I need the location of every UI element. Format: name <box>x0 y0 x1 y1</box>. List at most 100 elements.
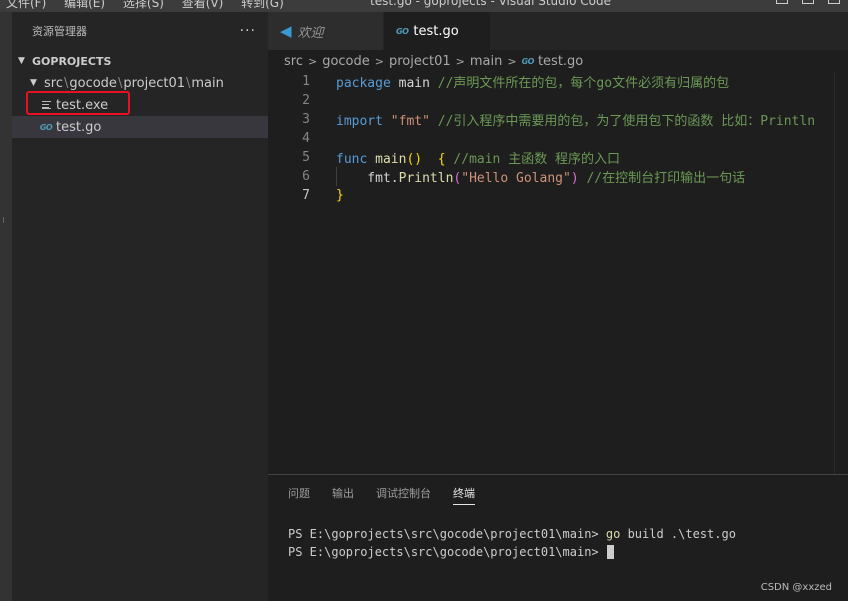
code-line[interactable]: 2 <box>268 91 848 110</box>
menu-view[interactable]: 查看(V) <box>182 0 224 10</box>
terminal-cursor <box>606 545 614 559</box>
go-file-icon: GO <box>396 26 409 36</box>
breadcrumb-test-go[interactable]: test.go <box>538 54 583 69</box>
folder-segment-src: src <box>44 75 63 91</box>
code-token: () <box>406 152 423 167</box>
path-separator: \ <box>186 75 191 91</box>
tab-debug-console[interactable]: 调试控制台 <box>376 485 431 501</box>
code-text: fmt.Println("Hello Golang") //在控制台打印输出一句… <box>310 167 745 186</box>
code-token: main <box>375 152 407 167</box>
menu-file[interactable]: 文件(F) <box>6 0 46 10</box>
bottom-panel: 问题 输出 调试控制台 终端 PS E:\goprojects\src\goco… <box>268 474 848 601</box>
code-token: "Hello Golang" <box>461 171 571 186</box>
editor-tabs: ◀ 欢迎 GO test.go <box>268 12 848 50</box>
breadcrumb-gocode[interactable]: gocode <box>322 54 370 69</box>
code-token: //引入程序中需要用的包，为了使用包下的函数 比如：Println <box>437 114 816 129</box>
workspace-section[interactable]: ▼ GOPROJECTS <box>12 50 268 72</box>
tab-output[interactable]: 输出 <box>332 485 354 501</box>
code-text: } <box>310 188 344 203</box>
code-token: func <box>336 152 368 167</box>
line-number: 5 <box>302 150 310 165</box>
code-token: Println <box>398 171 454 186</box>
line-number: 4 <box>302 131 310 146</box>
chevron-right-icon: > <box>507 54 517 68</box>
folder-segment-gocode: gocode <box>69 75 117 91</box>
line-number: 7 <box>302 188 310 203</box>
menu-bar: 文件(F) 编辑(E) 选择(S) 查看(V) 转到(G) <box>6 0 298 11</box>
terminal-prompt: PS E:\goprojects\src\gocode\project01\ma… <box>288 527 606 541</box>
code-token: //main 主函数 程序的入口 <box>453 152 621 167</box>
code-token: main <box>390 76 438 91</box>
folder-segment-project01: project01 <box>123 75 185 91</box>
line-number: 3 <box>302 112 310 127</box>
tab-welcome[interactable]: ◀ 欢迎 <box>268 12 384 50</box>
code-token: ) <box>570 171 579 186</box>
code-line[interactable]: 4 <box>268 129 848 148</box>
folder-segment-main: main <box>191 75 224 91</box>
file-lines-icon <box>38 101 54 109</box>
terminal-args: build .\test.go <box>620 527 736 541</box>
code-line[interactable]: 6 fmt.Println("Hello Golang") //在控制台打印输出… <box>268 167 848 186</box>
terminal-line: PS E:\goprojects\src\gocode\project01\ma… <box>288 543 848 561</box>
explorer-header: 资源管理器 ··· <box>12 12 268 50</box>
code-token: } <box>336 188 344 203</box>
code-token: package <box>336 76 391 91</box>
breadcrumb: src > gocode > project01 > main > GO tes… <box>268 50 848 72</box>
code-text: package main //声明文件所在的包，每个go文件必须有归属的包 <box>310 72 729 91</box>
code-token: //在控制台打印输出一句话 <box>586 171 746 186</box>
breadcrumb-src[interactable]: src <box>284 54 303 69</box>
editor-scrollbar[interactable] <box>834 72 848 474</box>
path-separator: \ <box>117 75 123 91</box>
menu-selection[interactable]: 选择(S) <box>123 0 164 10</box>
terminal-prompt: PS E:\goprojects\src\gocode\project01\ma… <box>288 545 606 559</box>
code-line[interactable]: 3 import "fmt" //引入程序中需要用的包，为了使用包下的函数 比如：… <box>268 110 848 129</box>
code-token: "fmt" <box>390 114 430 129</box>
title-bar: 文件(F) 编辑(E) 选择(S) 查看(V) 转到(G) test.go - … <box>0 0 848 12</box>
line-number: 2 <box>302 93 310 108</box>
sidebar-toggle-icon[interactable] <box>828 0 840 4</box>
folder-src-gocode-project01-main[interactable]: ▼ src \ gocode \ project01 \ main <box>12 72 268 94</box>
breadcrumb-main[interactable]: main <box>470 54 502 69</box>
tab-test-go[interactable]: GO test.go <box>384 12 491 50</box>
line-number: 6 <box>302 169 310 184</box>
terminal[interactable]: PS E:\goprojects\src\gocode\project01\ma… <box>268 511 848 561</box>
explorer-sidebar: 资源管理器 ··· ▼ GOPROJECTS ▼ src \ gocode \ … <box>12 12 268 601</box>
file-test-exe[interactable]: test.exe <box>12 94 268 116</box>
menu-edit[interactable]: 编辑(E) <box>64 0 105 10</box>
chevron-right-icon: > <box>455 54 465 68</box>
file-test-go[interactable]: GO test.go <box>12 116 268 138</box>
code-token: { <box>437 152 446 167</box>
file-name: test.go <box>56 119 102 135</box>
breadcrumb-project01[interactable]: project01 <box>389 54 451 69</box>
tab-problems[interactable]: 问题 <box>288 485 310 501</box>
panel-tabs: 问题 输出 调试控制台 终端 <box>268 475 848 511</box>
code-text: func main() { //main 主函数 程序的入口 <box>310 148 620 167</box>
code-line[interactable]: 5 func main() { //main 主函数 程序的入口 <box>268 148 848 167</box>
code-token: import <box>336 114 383 129</box>
tab-label: test.go <box>413 23 459 39</box>
activity-indicator-icon <box>3 217 9 223</box>
chevron-right-icon: > <box>374 54 384 68</box>
workspace-name: GOPROJECTS <box>32 54 112 68</box>
more-actions-icon[interactable]: ··· <box>240 23 256 39</box>
go-file-icon: GO <box>521 56 535 66</box>
code-token: fmt. <box>336 171 399 186</box>
terminal-line: PS E:\goprojects\src\gocode\project01\ma… <box>288 525 848 543</box>
code-line[interactable]: 7} <box>268 186 848 205</box>
panel-toggle-icon[interactable] <box>802 0 814 4</box>
editor-area: ◀ 欢迎 GO test.go src > gocode > project01… <box>268 12 848 474</box>
tab-terminal[interactable]: 终端 <box>453 485 475 505</box>
window-controls <box>776 0 840 4</box>
layout-toggle-icon[interactable] <box>776 0 788 4</box>
code-text: import "fmt" //引入程序中需要用的包，为了使用包下的函数 比如：P… <box>310 110 815 129</box>
terminal-command: go <box>605 527 621 541</box>
code-token: //声明文件所在的包，每个go文件必须有归属的包 <box>437 76 730 91</box>
menu-go[interactable]: 转到(G) <box>241 0 284 10</box>
code-editor[interactable]: 1 package main //声明文件所在的包，每个go文件必须有归属的包 2 3… <box>268 72 848 205</box>
line-number: 1 <box>302 74 310 89</box>
code-line[interactable]: 1 package main //声明文件所在的包，每个go文件必须有归属的包 <box>268 72 848 91</box>
indent-guide <box>336 167 337 186</box>
